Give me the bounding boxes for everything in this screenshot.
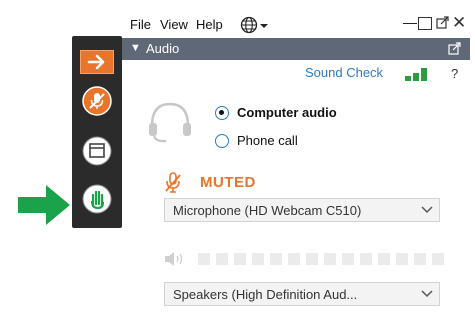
level-segment <box>234 253 246 265</box>
restore-button[interactable] <box>418 17 432 30</box>
phone-call-radio[interactable] <box>215 134 229 148</box>
globe-icon[interactable] <box>240 16 272 34</box>
level-segment <box>270 253 282 265</box>
level-segment <box>306 253 318 265</box>
speakers-select[interactable]: Speakers (High Definition Aud... <box>164 282 440 306</box>
popout-icon[interactable] <box>436 16 449 29</box>
audio-window: File View Help — ✕ ▼ Audio Sound Check ? <box>122 8 470 314</box>
level-segment <box>252 253 264 265</box>
raise-hand-icon[interactable] <box>82 184 112 214</box>
mute-status: MUTED <box>200 174 256 191</box>
collapse-arrow-icon[interactable] <box>80 50 114 74</box>
chevron-down-icon <box>421 206 433 214</box>
level-segment <box>342 253 354 265</box>
menu-file[interactable]: File <box>130 17 151 32</box>
audio-section-header[interactable]: ▼ Audio <box>122 38 470 60</box>
level-segment <box>216 253 228 265</box>
computer-audio-radio[interactable] <box>215 106 229 120</box>
level-segment <box>360 253 372 265</box>
level-segment <box>324 253 336 265</box>
screen-share-icon[interactable] <box>82 136 112 166</box>
help-icon[interactable]: ? <box>451 66 458 81</box>
menu-view[interactable]: View <box>160 17 188 32</box>
control-strip <box>72 36 122 228</box>
menu-help[interactable]: Help <box>196 17 223 32</box>
level-segment <box>432 253 444 265</box>
collapse-caret-icon: ▼ <box>130 42 141 54</box>
microphone-select-value: Microphone (HD Webcam C510) <box>173 203 362 218</box>
sound-check-link[interactable]: Sound Check <box>305 65 383 80</box>
chevron-down-icon <box>421 290 433 298</box>
menu-bar: File View Help — ✕ <box>122 8 470 38</box>
speakers-select-value: Speakers (High Definition Aud... <box>173 287 358 302</box>
minimize-button[interactable]: — <box>403 14 417 30</box>
microphone-select[interactable]: Microphone (HD Webcam C510) <box>164 198 440 222</box>
level-segment <box>378 253 390 265</box>
level-segment <box>414 253 426 265</box>
microphone-muted-icon[interactable] <box>82 86 112 116</box>
phone-call-label: Phone call <box>237 133 298 148</box>
popout-icon[interactable] <box>448 42 461 55</box>
close-button[interactable]: ✕ <box>452 13 466 33</box>
microphone-muted-icon[interactable] <box>164 172 182 194</box>
pointer-arrow-icon <box>18 185 70 225</box>
computer-audio-label: Computer audio <box>237 105 337 120</box>
speaker-icon <box>165 252 183 266</box>
level-segment <box>198 253 210 265</box>
level-segment <box>288 253 300 265</box>
level-segment <box>396 253 408 265</box>
headset-icon <box>149 102 191 143</box>
audio-title: Audio <box>146 41 180 56</box>
signal-bars-icon <box>405 68 427 81</box>
